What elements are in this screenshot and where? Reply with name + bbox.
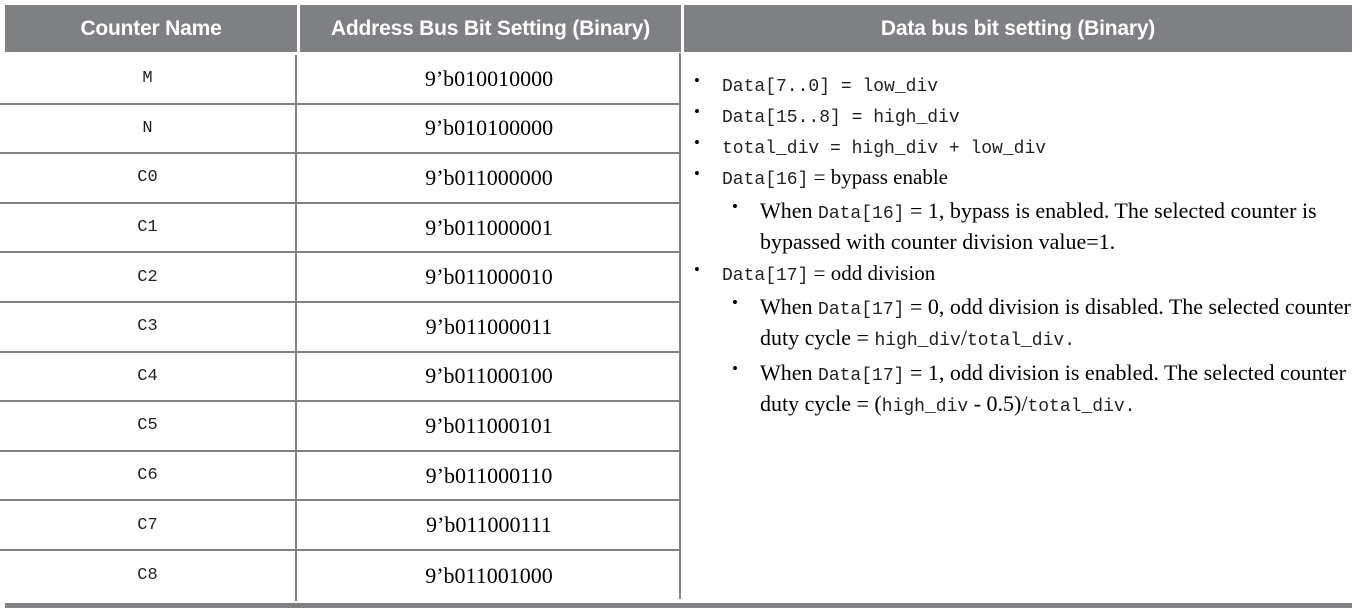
list-item: Data[15..8] = high_div: [694, 101, 1362, 130]
code-span: total_div: [722, 139, 820, 160]
table-row: C0 9’b011000000: [0, 154, 681, 204]
cell-address-bus: 9’b011000011: [425, 313, 553, 339]
cell-counter-name: C3: [0, 302, 297, 351]
list-item: When Data[17] = 0, odd division is disab…: [732, 292, 1362, 354]
cell-address-bus: 9’b011000111: [426, 512, 552, 538]
text-span: odd division: [830, 261, 936, 286]
text-span: When: [760, 294, 819, 320]
cell-counter-name: C2: [0, 253, 297, 301]
counter-settings-table: Counter Name Address Bus Bit Setting (Bi…: [0, 0, 1362, 616]
table-row: M 9’b010010000: [0, 55, 681, 105]
table-left-columns: M 9’b010010000 N 9’b010100000 C0 9’b0110…: [0, 55, 681, 601]
table-row: C8 9’b011001000: [0, 550, 681, 601]
cell-address-bus: 9’b010010000: [424, 65, 554, 91]
cell-address-bus: 9’b011000100: [425, 363, 553, 389]
cell-counter-name: C5: [0, 402, 297, 450]
table-body: M 9’b010010000 N 9’b010100000 C0 9’b0110…: [0, 53, 1362, 601]
plus-span: +: [938, 139, 971, 160]
column-divider: [679, 53, 681, 599]
table-row: N 9’b010100000: [0, 104, 681, 155]
list-item: total_div = high_div + low_div: [694, 132, 1362, 161]
cell-address-bus: 9’b011000001: [425, 214, 553, 240]
column-header-data-bus: Data bus bit setting (Binary): [684, 5, 1352, 52]
cell-counter-name: N: [0, 104, 297, 153]
code-span: low_div: [862, 77, 939, 97]
code-span: high_div: [873, 108, 960, 129]
table-row: C6 9’b011000110: [0, 451, 681, 502]
cell-address-bus: 9’b011000101: [425, 412, 553, 438]
text-span: When: [760, 198, 819, 224]
list-item: Data[17] = odd division When Data[17] = …: [694, 259, 1362, 420]
column-header-address-bus: Address Bus Bit Setting (Binary): [300, 5, 681, 52]
table-bottom-border: [5, 603, 1352, 608]
equals-span: =: [830, 77, 863, 97]
table-row: C4 9’b011000100: [0, 352, 681, 403]
code-span: Data[17]: [722, 266, 809, 287]
table-row: C7 9’b011000111: [0, 501, 681, 551]
cell-address-bus: 9’b011001000: [425, 562, 553, 588]
list-item: When Data[17] = 1, odd division is enabl…: [732, 358, 1362, 420]
text-span: bypass enable: [830, 165, 948, 190]
odd-division-sub-list: When Data[17] = 0, odd division is disab…: [722, 292, 1362, 420]
period-span: .: [1124, 397, 1136, 418]
equals-span: =: [808, 261, 831, 286]
text-span: - 0.5)/: [968, 391, 1028, 417]
column-header-counter-name: Counter Name: [5, 5, 297, 52]
text-span: When: [760, 360, 819, 386]
code-span: high_div: [881, 397, 969, 418]
data-bus-bullet-list: Data[7..0] = low_div Data[15..8] = high_…: [683, 70, 1362, 420]
code-span: high_div: [874, 331, 961, 352]
cell-counter-name: C0: [0, 154, 297, 202]
cell-counter-name: C8: [0, 550, 297, 601]
cell-counter-name: C6: [0, 451, 297, 500]
table-row: C1 9’b011000001: [0, 203, 681, 254]
bypass-sub-list: When Data[16] = 1, bypass is enabled. Th…: [722, 196, 1362, 256]
period-span: .: [1064, 331, 1076, 352]
cell-counter-name: C4: [0, 352, 297, 401]
code-span: high_div: [851, 139, 939, 160]
equals-span: =: [840, 108, 874, 129]
table-header-row: Counter Name Address Bus Bit Setting (Bi…: [5, 5, 1352, 52]
code-span: Data[16]: [818, 204, 905, 225]
table-row: C5 9’b011000101: [0, 402, 681, 452]
cell-counter-name: M: [0, 55, 297, 103]
table-row: C3 9’b011000011: [0, 302, 681, 353]
list-item: Data[16] = bypass enable When Data[16] =…: [694, 163, 1362, 256]
code-span: total_div: [1027, 397, 1125, 418]
cell-address-bus: 9’b011000010: [425, 264, 553, 290]
code-span: Data[17]: [818, 300, 905, 321]
code-span: low_div: [970, 139, 1047, 160]
cell-address-bus: 9’b010100000: [424, 115, 554, 141]
equals-span: =: [819, 139, 852, 160]
code-span: Data[7..0]: [722, 77, 831, 97]
cell-counter-name: C7: [0, 501, 297, 549]
cell-counter-name: C1: [0, 203, 297, 252]
code-span: Data[15..8]: [722, 108, 841, 129]
code-span: Data[16]: [722, 170, 809, 191]
table-row: C2 9’b011000010: [0, 253, 681, 303]
cell-address-bus: 9’b011000110: [425, 462, 553, 488]
list-item: When Data[16] = 1, bypass is enabled. Th…: [732, 196, 1362, 256]
list-item: Data[7..0] = low_div: [694, 70, 1362, 99]
cell-address-bus: 9’b011000000: [425, 164, 553, 190]
data-bus-description-panel: Data[7..0] = low_div Data[15..8] = high_…: [683, 55, 1362, 601]
code-span: total_div: [966, 331, 1065, 352]
code-span: Data[17]: [818, 366, 905, 387]
equals-span: =: [808, 165, 831, 190]
